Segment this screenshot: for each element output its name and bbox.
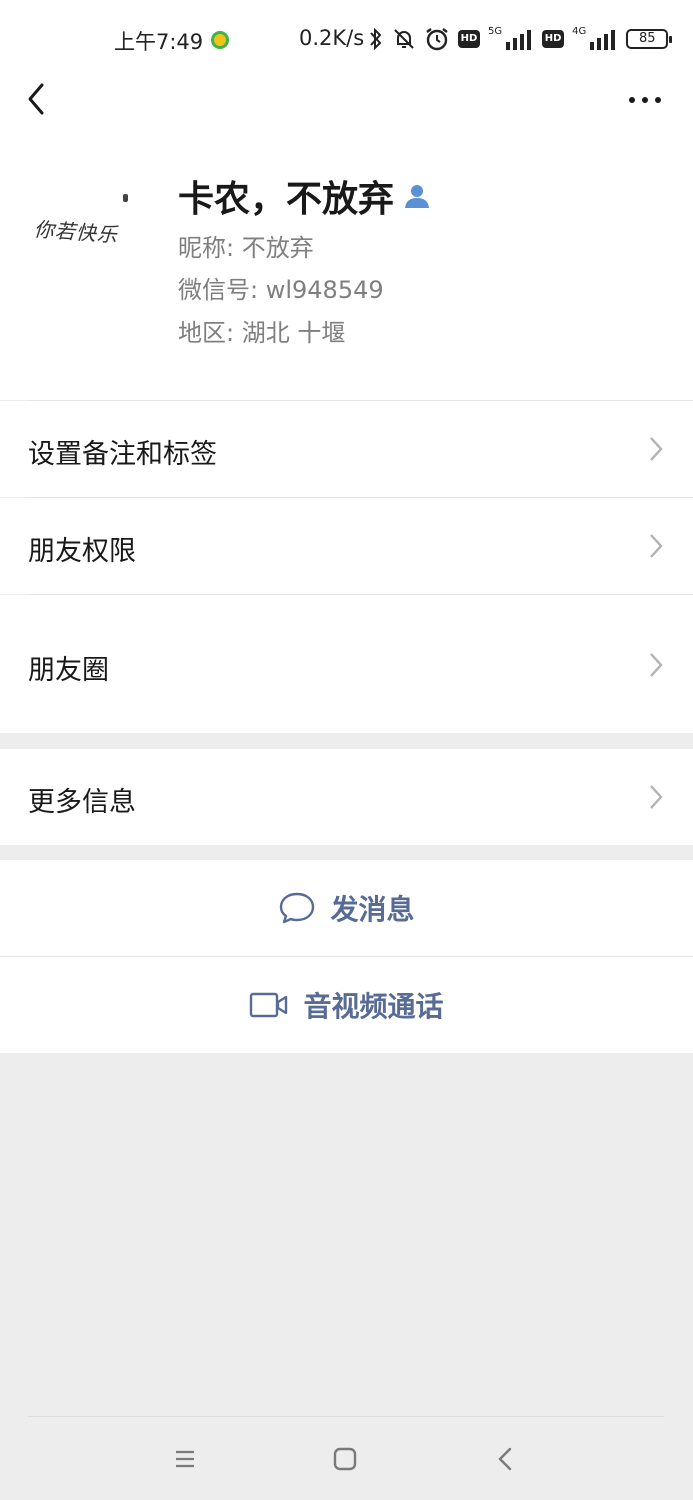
more-info-row[interactable]: 更多信息 — [0, 749, 693, 845]
battery-indicator: 85 — [626, 29, 673, 49]
moments-label: 朋友圈 — [28, 655, 109, 686]
send-message-label: 发消息 — [330, 893, 415, 926]
mute-bell-icon — [394, 29, 414, 49]
back-nav-button[interactable] — [486, 1440, 526, 1480]
menu-nav-button[interactable] — [165, 1440, 205, 1480]
avatar-mark — [123, 194, 128, 202]
alarm-icon — [426, 28, 448, 51]
chevron-right-icon — [650, 653, 663, 677]
status-bar: 上午7:49 0.2K/s HD 5G HD 4G 85 — [0, 0, 693, 80]
nav-bar — [0, 80, 693, 140]
app-notification-icon — [211, 31, 229, 49]
more-dot-icon — [642, 97, 648, 103]
more-dot-icon — [655, 97, 661, 103]
chevron-right-icon — [650, 437, 663, 461]
video-camera-icon — [250, 992, 288, 1018]
signal-type-label-2: 4G — [572, 25, 587, 37]
bluetooth-icon — [370, 27, 382, 51]
hd-badge: HD — [458, 30, 480, 48]
divider — [28, 1416, 664, 1417]
remark-tags-row[interactable]: 设置备注和标签 — [0, 401, 693, 497]
video-call-button[interactable]: 音视频通话 — [0, 957, 693, 1053]
status-icons: HD 5G HD 4G 85 — [368, 24, 673, 54]
remark-tags-label: 设置备注和标签 — [28, 439, 217, 470]
profile-header: 你若快乐 卡农，不放弃 昵称: 不放弃 微信号: wl948549 地区: 湖北… — [0, 140, 693, 400]
video-call-label: 音视频通话 — [303, 990, 444, 1023]
menu-icon — [176, 1450, 194, 1468]
status-time: 上午7:49 — [114, 30, 204, 54]
signal-type-label: 5G — [488, 25, 503, 37]
friend-permissions-label: 朋友权限 — [28, 536, 136, 567]
chevron-right-icon — [650, 785, 663, 809]
avatar-caption: 你若快乐 — [33, 217, 119, 247]
chat-bubble-icon — [280, 892, 315, 924]
wechat-id-text: 微信号: wl948549 — [178, 276, 384, 304]
signal-icon-2 — [590, 30, 616, 50]
back-button[interactable] — [20, 80, 60, 120]
more-options-button[interactable] — [622, 88, 668, 112]
signal-icon — [506, 30, 532, 50]
moments-row[interactable]: 朋友圈 — [0, 595, 693, 733]
more-info-label: 更多信息 — [28, 787, 136, 818]
more-dot-icon — [629, 97, 635, 103]
person-icon — [405, 185, 430, 208]
name-row: 卡农，不放弃 — [178, 170, 430, 222]
triangle-back-icon — [498, 1447, 512, 1471]
home-nav-button[interactable] — [325, 1440, 365, 1480]
display-name: 卡农，不放弃 — [178, 179, 395, 220]
chevron-left-icon — [28, 83, 44, 115]
network-speed: 0.2K/s — [299, 26, 365, 50]
friend-permissions-row[interactable]: 朋友权限 — [0, 498, 693, 594]
chevron-right-icon — [650, 534, 663, 558]
avatar[interactable]: 你若快乐 — [28, 168, 138, 278]
nickname-text: 昵称: 不放弃 — [178, 234, 314, 262]
region-text: 地区: 湖北 十堰 — [178, 319, 346, 347]
send-message-button[interactable]: 发消息 — [0, 860, 693, 956]
home-square-icon — [333, 1447, 357, 1471]
hd-badge-2: HD — [542, 30, 565, 48]
